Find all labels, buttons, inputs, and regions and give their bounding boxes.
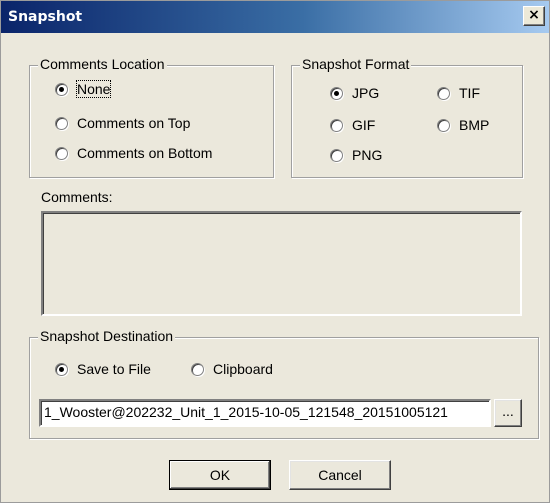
snapshot-format-legend: Snapshot Format bbox=[300, 56, 412, 72]
comments-textarea[interactable] bbox=[41, 211, 522, 316]
radio-circle[interactable] bbox=[191, 363, 204, 376]
radio-label: Clipboard bbox=[213, 361, 273, 377]
radio-label: PNG bbox=[352, 147, 383, 163]
radio-circle[interactable] bbox=[330, 87, 343, 100]
close-icon: × bbox=[528, 7, 540, 23]
cancel-button[interactable]: Cancel bbox=[289, 460, 391, 490]
radio-label: GIF bbox=[352, 117, 376, 133]
radio-label: Save to File bbox=[77, 361, 151, 377]
radio-circle[interactable] bbox=[55, 147, 68, 160]
radio-label: TIF bbox=[459, 85, 480, 101]
comments-location-legend: Comments Location bbox=[38, 56, 167, 72]
file-path-input[interactable]: 1_Wooster@202232_Unit_1_2015-10-05_12154… bbox=[39, 399, 491, 427]
radio-label: None bbox=[75, 80, 112, 98]
ellipsis-icon: ... bbox=[502, 403, 514, 419]
radio-circle[interactable] bbox=[330, 149, 343, 162]
radio-label: BMP bbox=[459, 117, 490, 133]
radio-circle[interactable] bbox=[330, 119, 343, 132]
snapshot-destination-legend: Snapshot Destination bbox=[38, 328, 176, 344]
radio-circle[interactable] bbox=[437, 119, 450, 132]
radio-circle[interactable] bbox=[55, 83, 68, 96]
radio-circle[interactable] bbox=[55, 117, 68, 130]
ok-button[interactable]: OK bbox=[169, 460, 271, 490]
close-button[interactable]: × bbox=[523, 6, 545, 26]
radio-circle[interactable] bbox=[55, 363, 68, 376]
browse-button[interactable]: ... bbox=[494, 399, 522, 427]
window-title: Snapshot bbox=[8, 9, 83, 25]
radio-label: Comments on Top bbox=[77, 115, 191, 131]
radio-label: JPG bbox=[352, 85, 380, 101]
radio-label: Comments on Bottom bbox=[77, 145, 213, 161]
radio-circle[interactable] bbox=[437, 87, 450, 100]
title-bar[interactable]: Snapshot × bbox=[1, 1, 549, 33]
comments-label: Comments: bbox=[41, 189, 113, 205]
snapshot-dialog: Snapshot × Comments Location None Commen… bbox=[0, 0, 550, 503]
